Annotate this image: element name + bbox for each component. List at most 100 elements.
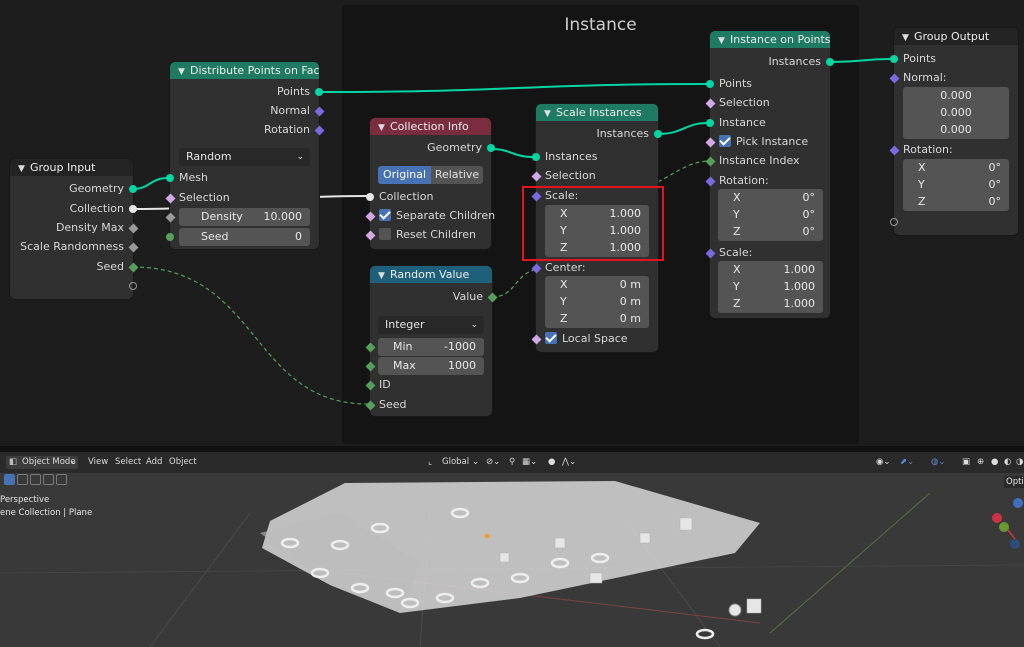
menu-add[interactable]: Add xyxy=(146,457,162,467)
link-geometry-instances xyxy=(490,148,535,158)
node-group-input[interactable]: ▼ Group Input Geometry Collection Density… xyxy=(10,159,139,299)
3d-viewport[interactable]: ◧ Object Mode ⌄ View Select Add Object ⌞… xyxy=(0,452,1024,647)
socket-points[interactable] xyxy=(706,80,714,88)
xray-icon[interactable]: ▣ xyxy=(962,457,970,467)
socket-instances[interactable] xyxy=(826,58,834,66)
scale-x-field[interactable]: X 1.000 xyxy=(718,261,823,279)
node-header[interactable]: ▼ Instance on Points xyxy=(710,31,830,48)
chevron-down-icon[interactable]: ▼ xyxy=(18,161,30,176)
socket-collection[interactable] xyxy=(129,205,137,213)
menu-view[interactable]: View xyxy=(88,457,108,467)
proportional-edit-icon[interactable]: ● xyxy=(548,457,555,467)
input-points: Points xyxy=(903,52,937,65)
socket-mesh[interactable] xyxy=(166,174,174,182)
socket-seed[interactable] xyxy=(166,233,174,241)
chevron-down-icon: ⌄ xyxy=(470,320,478,330)
socket-points[interactable] xyxy=(890,55,898,63)
chevron-down-icon[interactable]: ▼ xyxy=(378,268,390,283)
socket-instances-in[interactable] xyxy=(532,153,540,161)
chevron-down-icon[interactable]: ▼ xyxy=(902,30,914,45)
input-id: ID xyxy=(379,378,391,391)
gizmo-icon[interactable]: ⬈⌄ xyxy=(900,457,914,467)
socket-geometry[interactable] xyxy=(129,185,137,193)
scale-z-field[interactable]: Z 1.000 xyxy=(718,295,823,313)
normal-x-field[interactable]: 0.000 xyxy=(903,87,1009,105)
scale-y-field[interactable]: Y 1.000 xyxy=(718,278,823,296)
relative-button[interactable]: Relative xyxy=(431,166,483,184)
gizmo-neg-axis xyxy=(1010,539,1020,549)
link-scaled-instance xyxy=(657,122,709,135)
orientation-dropdown[interactable]: Global xyxy=(442,457,469,467)
separate-children-checkbox[interactable]: Separate Children xyxy=(379,208,495,224)
center-z-field[interactable]: Z0 m xyxy=(545,310,649,328)
checkbox-checked-icon[interactable] xyxy=(545,332,557,344)
visibility-icon[interactable]: ◉⌄ xyxy=(876,457,891,467)
local-space-checkbox[interactable]: Local Space xyxy=(545,331,628,347)
reset-children-checkbox[interactable]: Reset Children xyxy=(379,227,476,243)
menu-object[interactable]: Object xyxy=(169,457,197,467)
node-collection-info[interactable]: ▼ Collection Info Geometry Original Relat… xyxy=(365,118,495,249)
distribute-method-dropdown[interactable]: Random ⌄ xyxy=(179,148,310,166)
rotation-y-field[interactable]: Y 0° xyxy=(903,176,1009,194)
max-field[interactable]: Max 1000 xyxy=(378,357,484,375)
node-header[interactable]: ▼ Random Value xyxy=(370,266,492,283)
original-button[interactable]: Original xyxy=(378,166,431,184)
chevron-down-icon[interactable]: ▼ xyxy=(378,120,390,135)
shading-material-icon[interactable]: ◐ xyxy=(1004,457,1011,467)
min-field[interactable]: Min -1000 xyxy=(378,338,484,356)
density-field[interactable]: Density 10.000 xyxy=(179,208,310,226)
node-instance-on-points[interactable]: ▼ Instance on Points Instances Points Sel… xyxy=(705,31,834,318)
node-random-value[interactable]: ▼ Random Value Value Integer ⌄ Min -1000 Ma… xyxy=(365,266,498,416)
overlay-icon[interactable]: ◍⌄ xyxy=(931,457,946,467)
input-seed: Seed xyxy=(379,398,407,411)
chevron-down-icon[interactable]: ▼ xyxy=(178,64,190,79)
snap-increment-icon[interactable]: ▦⌄ xyxy=(522,457,537,467)
chevron-down-icon[interactable]: ▼ xyxy=(544,106,556,121)
snap-icon[interactable]: ⚲ xyxy=(509,457,515,467)
input-selection: Selection xyxy=(719,96,770,109)
shading-wireframe-icon[interactable]: ⊕ xyxy=(977,457,984,467)
node-header[interactable]: ▼ Distribute Points on Faces xyxy=(170,62,319,79)
checkbox-checked-icon[interactable] xyxy=(379,209,391,221)
link-seed xyxy=(132,266,369,405)
socket-geometry[interactable] xyxy=(487,144,495,152)
rotation-z-field[interactable]: Z 0° xyxy=(718,223,823,241)
checkbox-checked-icon[interactable] xyxy=(719,135,731,147)
socket-points[interactable] xyxy=(315,88,323,96)
socket-empty[interactable] xyxy=(890,218,898,226)
shading-solid-icon[interactable]: ● xyxy=(991,457,998,467)
node-header[interactable]: ▼ Scale Instances xyxy=(536,104,658,121)
chevron-down-icon[interactable]: ▼ xyxy=(718,33,730,48)
center-y-field[interactable]: Y0 m xyxy=(545,293,649,311)
node-header[interactable]: ▼ Group Input xyxy=(10,159,133,176)
gizmo-x-axis xyxy=(992,513,1002,523)
input-selection: Selection xyxy=(545,169,596,182)
normal-z-field[interactable]: 0.000 xyxy=(903,121,1009,139)
checkbox-unchecked-icon[interactable] xyxy=(379,228,391,240)
node-header[interactable]: ▼ Group Output xyxy=(894,28,1018,45)
falloff-icon[interactable]: ⋀⌄ xyxy=(562,457,576,467)
node-group-output[interactable]: ▼ Group Output Points Normal: 0.000 0.000… xyxy=(889,28,1018,235)
node-editor[interactable]: Instance ▼ Group Input Geometry Collectio… xyxy=(0,0,1024,446)
seed-field[interactable]: Seed 0 xyxy=(179,228,310,246)
rotation-x-field[interactable]: X 0° xyxy=(718,189,823,207)
center-x-field[interactable]: X0 m xyxy=(545,276,649,294)
pick-instance-checkbox[interactable]: Pick Instance xyxy=(719,134,808,150)
chevron-down-icon: ⌄ xyxy=(472,457,480,467)
input-collection: Collection xyxy=(379,190,434,203)
socket-empty[interactable] xyxy=(129,282,137,290)
node-distribute-points[interactable]: ▼ Distribute Points on Faces Points Norma… xyxy=(165,62,325,249)
node-links xyxy=(132,58,893,405)
rotation-z-field[interactable]: Z 0° xyxy=(903,193,1009,211)
rotation-y-field[interactable]: Y 0° xyxy=(718,206,823,224)
socket-instances[interactable] xyxy=(654,130,662,138)
node-header[interactable]: ▼ Collection Info xyxy=(370,118,491,135)
rotation-x-field[interactable]: X 0° xyxy=(903,159,1009,177)
shading-rendered-icon[interactable]: ◑ xyxy=(1016,457,1023,467)
socket-collection[interactable] xyxy=(366,193,374,201)
data-type-dropdown[interactable]: Integer ⌄ xyxy=(378,316,484,334)
pivot-icon[interactable]: ⊘⌄ xyxy=(486,457,500,467)
normal-y-field[interactable]: 0.000 xyxy=(903,104,1009,122)
socket-instance[interactable] xyxy=(706,119,714,127)
menu-select[interactable]: Select xyxy=(115,457,141,467)
